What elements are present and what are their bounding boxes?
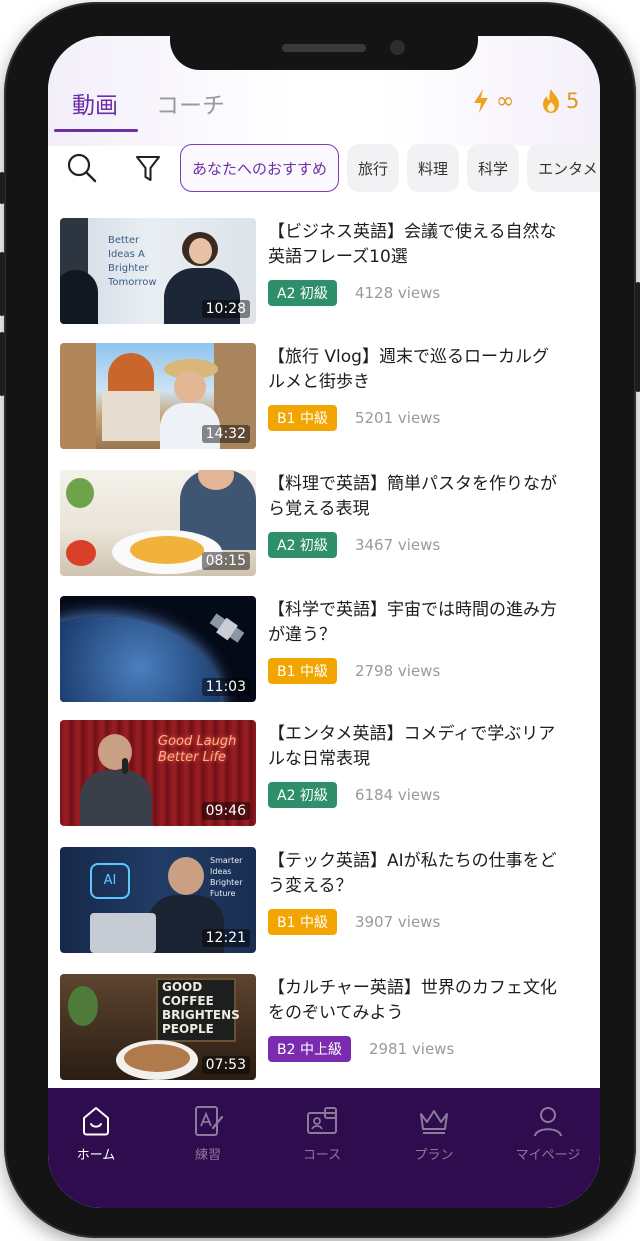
ai-hologram: AI	[90, 863, 130, 899]
plant	[66, 478, 94, 508]
profile-icon	[534, 1107, 562, 1137]
tab-coach[interactable]: コーチ	[156, 86, 225, 120]
video-item[interactable]: Good Laugh Better Life 09:46 【エンタメ英語】コメデ…	[60, 720, 600, 828]
funnel-icon[interactable]	[134, 154, 162, 184]
view-count: 5201 views	[354, 409, 441, 427]
video-duration: 10:28	[201, 300, 250, 318]
video-duration: 12:21	[201, 929, 250, 947]
video-thumbnail[interactable]: GOOD COFFEE BRIGHTENS PEOPLE 07:53	[60, 974, 256, 1080]
video-item[interactable]: Better Ideas A Brighter Tomorrow 10:28 【…	[60, 218, 600, 326]
video-duration: 14:32	[201, 425, 250, 443]
video-thumbnail[interactable]: Better Ideas A Brighter Tomorrow 10:28	[60, 218, 256, 324]
video-item[interactable]: AI Smarter Ideas Brighter Future 12:21 【…	[60, 847, 600, 955]
chip-recommended[interactable]: あなたへのおすすめ	[180, 144, 340, 192]
energy-counter[interactable]: ∞	[472, 88, 514, 114]
video-item[interactable]: 11:03 【科学で英語】宇宙では時間の進み方が違う？ B1 中級 2798 v…	[60, 596, 600, 704]
video-thumbnail[interactable]: 14:32	[60, 343, 256, 449]
view-count: 2981 views	[368, 1040, 455, 1058]
nav-home[interactable]: ホーム	[48, 1104, 144, 1163]
video-title[interactable]: 【旅行 Vlog】週末で巡るローカルグルメと街歩き	[268, 345, 558, 395]
chip-science[interactable]: 科学	[467, 144, 520, 192]
earth	[60, 616, 220, 702]
video-thumbnail[interactable]: 08:15	[60, 470, 256, 576]
nav-label: コース	[302, 1148, 342, 1163]
level-badge: A2 初級	[268, 782, 337, 808]
video-title[interactable]: 【カルチャー英語】世界のカフェ文化をのぞいてみよう	[268, 976, 558, 1026]
nav-course[interactable]: コース	[274, 1104, 370, 1163]
nav-mypage[interactable]: マイページ	[500, 1104, 596, 1163]
video-item[interactable]: GOOD COFFEE BRIGHTENS PEOPLE 07:53 【カルチャ…	[60, 974, 600, 1082]
thumbnail-screen-text: Better Ideas A Brighter Tomorrow	[108, 235, 157, 288]
video-thumbnail[interactable]: AI Smarter Ideas Brighter Future 12:21	[60, 847, 256, 953]
plant	[68, 986, 98, 1026]
bottom-navigation: ホーム 練習 コース プラン マイページ	[48, 1088, 600, 1208]
video-item[interactable]: 08:15 【料理で英語】簡単パスタを作りながら覚える表現 A2 初級 3467…	[60, 470, 600, 578]
level-badge: B1 中級	[268, 405, 337, 431]
video-thumbnail[interactable]: 11:03	[60, 596, 256, 702]
video-title[interactable]: 【料理で英語】簡単パスタを作りながら覚える表現	[268, 472, 558, 522]
nav-plan[interactable]: プラン	[386, 1104, 482, 1163]
view-count: 2798 views	[354, 662, 441, 680]
energy-value: ∞	[496, 88, 515, 114]
nav-label: 練習	[194, 1148, 221, 1163]
video-title[interactable]: 【ビジネス英語】会議で使える自然な英語フレーズ10選	[268, 220, 558, 270]
nav-label: ホーム	[76, 1148, 116, 1163]
home-icon	[83, 1107, 109, 1136]
practice-icon	[195, 1106, 224, 1136]
level-badge: B1 中級	[268, 909, 337, 935]
video-title[interactable]: 【科学で英語】宇宙では時間の進み方が違う？	[268, 598, 558, 648]
view-count: 3907 views	[354, 913, 441, 931]
chip-travel[interactable]: 旅行	[347, 144, 400, 192]
volume-down-button	[0, 332, 5, 396]
nav-label: プラン	[414, 1148, 454, 1163]
speaker	[282, 44, 366, 52]
view-count: 3467 views	[354, 536, 441, 554]
microphone	[122, 758, 128, 774]
front-camera	[390, 40, 405, 55]
streak-counter[interactable]: 5	[540, 88, 579, 114]
chip-entertainment[interactable]: エンタメ	[527, 144, 600, 192]
active-tab-indicator	[54, 129, 138, 132]
tab-videos[interactable]: 動画	[72, 86, 118, 120]
mute-switch	[0, 172, 5, 204]
video-thumbnail[interactable]: Good Laugh Better Life 09:46	[60, 720, 256, 826]
video-duration: 11:03	[201, 678, 250, 696]
level-badge: B2 中上級	[268, 1036, 351, 1062]
nav-practice[interactable]: 練習	[160, 1104, 256, 1163]
view-count: 4128 views	[354, 284, 441, 302]
course-icon	[307, 1107, 337, 1134]
chip-cooking[interactable]: 料理	[407, 144, 460, 192]
power-button	[635, 282, 640, 392]
volume-up-button	[0, 252, 5, 316]
video-duration: 07:53	[201, 1056, 250, 1074]
notch	[170, 36, 478, 70]
streak-value: 5	[566, 89, 580, 113]
video-duration: 08:15	[201, 552, 250, 570]
cathedral-dome	[108, 353, 154, 395]
lightning-icon	[474, 89, 488, 113]
level-badge: B1 中級	[268, 658, 337, 684]
level-badge: A2 初級	[268, 532, 337, 558]
level-badge: A2 初級	[268, 280, 337, 306]
neon-sign-text: Good Laugh Better Life	[158, 734, 237, 765]
laptop	[90, 913, 156, 953]
phone-frame: 動画 コーチ ∞ 5 あなたへのおすすめ 旅行 料理 科学 エンタメ Bette…	[0, 2, 640, 1238]
flame-icon	[543, 89, 559, 113]
crown-icon	[420, 1110, 448, 1134]
video-item[interactable]: 14:32 【旅行 Vlog】週末で巡るローカルグルメと街歩き B1 中級 52…	[60, 343, 600, 451]
video-title[interactable]: 【テック英語】AIが私たちの仕事をどう変える？	[268, 849, 558, 899]
chalkboard-text: GOOD COFFEE BRIGHTENS PEOPLE	[162, 980, 240, 1036]
app-screen: 動画 コーチ ∞ 5 あなたへのおすすめ 旅行 料理 科学 エンタメ Bette…	[48, 36, 600, 1208]
view-count: 6184 views	[354, 786, 441, 804]
video-title[interactable]: 【エンタメ英語】コメディで学ぶリアルな日常表現	[268, 722, 558, 772]
nav-label: マイページ	[515, 1148, 581, 1163]
category-chips: あなたへのおすすめ 旅行 料理 科学 エンタメ	[180, 144, 600, 192]
tomatoes	[66, 540, 96, 566]
video-duration: 09:46	[201, 802, 250, 820]
search-icon[interactable]	[66, 152, 98, 184]
thumbnail-screen-text: Smarter Ideas Brighter Future	[210, 856, 243, 898]
